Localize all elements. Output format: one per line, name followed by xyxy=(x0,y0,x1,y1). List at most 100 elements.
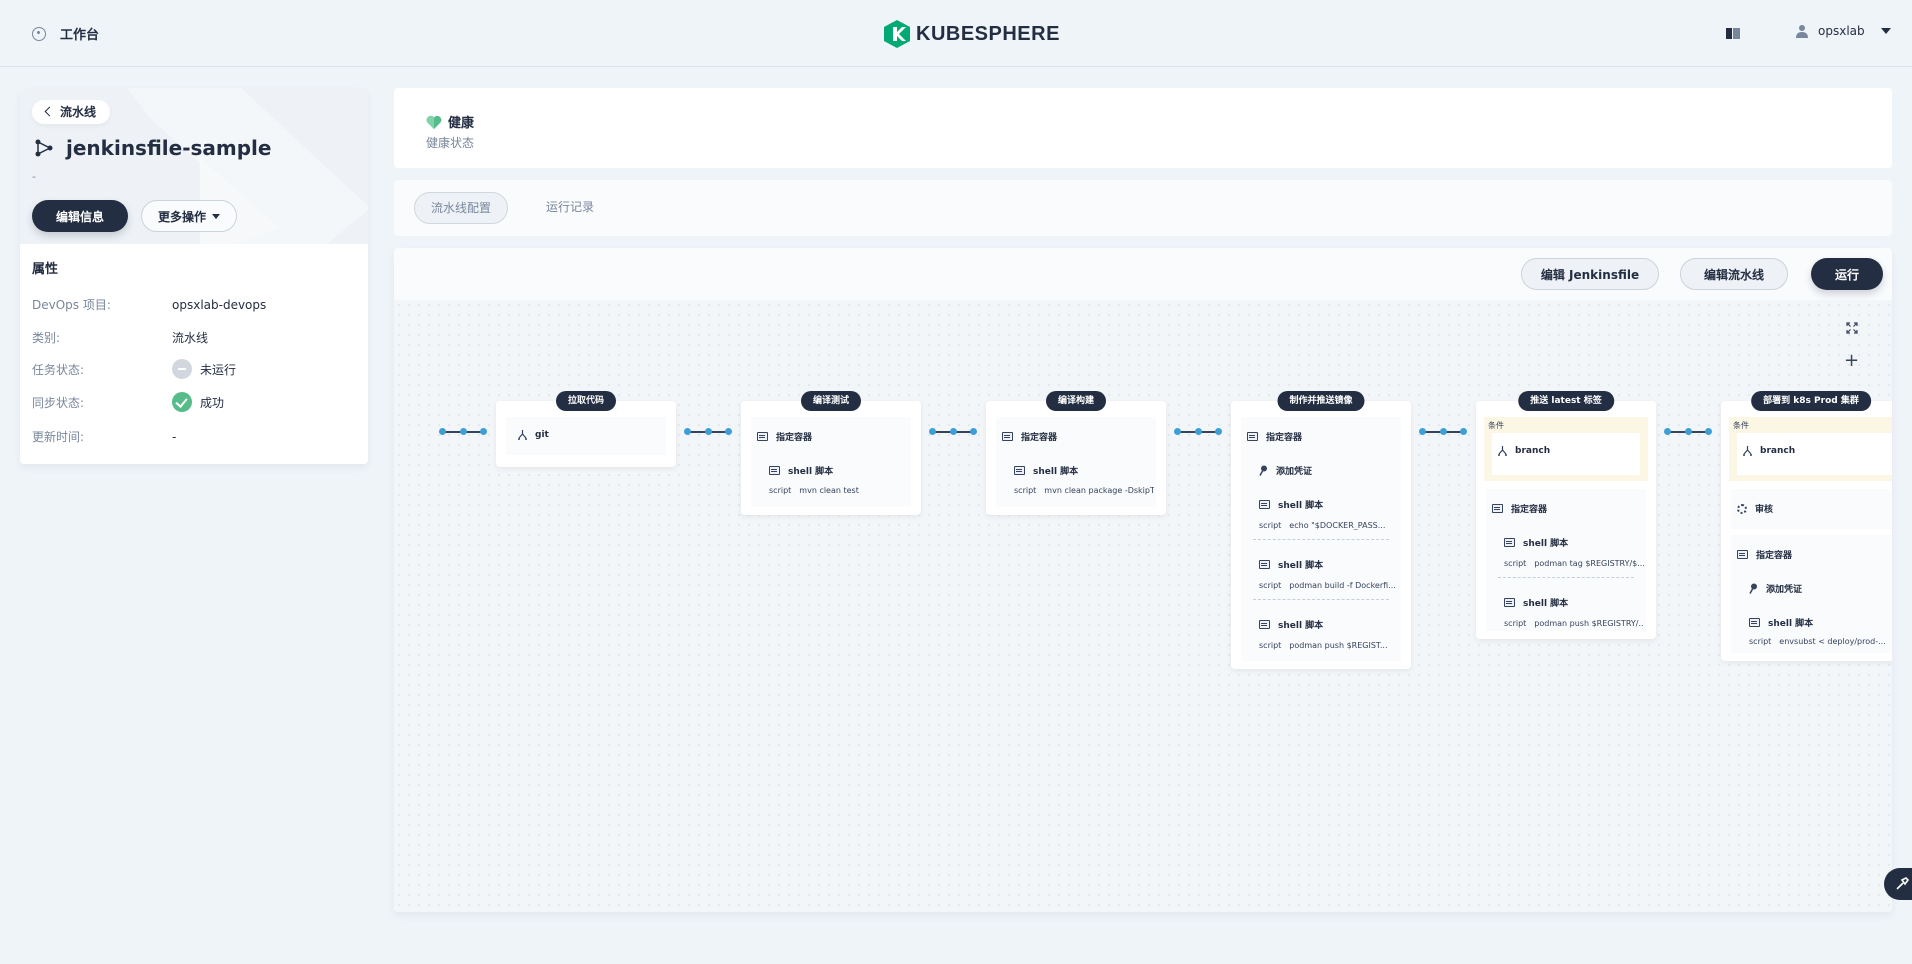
user-menu[interactable]: opsxlab xyxy=(1796,24,1891,38)
graph-toolbar: 编辑 Jenkinsfile 编辑流水线 运行 xyxy=(394,248,1892,300)
pipeline-info-card: 流水线 jenkinsfile-sample - 编辑信息 更多操作 属性 De… xyxy=(20,88,368,464)
attr-value: 流水线 xyxy=(172,331,209,345)
stage-connector xyxy=(684,428,732,435)
step-label: shell 脚本 xyxy=(1768,619,1814,629)
step-shell[interactable]: shell 脚本 xyxy=(1259,498,1323,511)
workbench-label: 工作台 xyxy=(60,28,100,43)
stage-title: 拉取代码 xyxy=(555,391,617,411)
terminal-icon xyxy=(1749,618,1760,627)
step-label: 指定容器 xyxy=(1021,433,1058,443)
step-label: 添加凭证 xyxy=(1766,585,1803,595)
tab-run-records[interactable]: 运行记录 xyxy=(530,192,610,224)
step-container[interactable]: 指定容器 shell 脚本 script podman tag $REGISTRY… xyxy=(1486,489,1646,631)
attr-key: 任务状态: xyxy=(32,362,85,377)
edit-info-button[interactable]: 编辑信息 xyxy=(32,200,128,232)
attributes-title: 属性 xyxy=(32,262,59,277)
stage-condition[interactable]: 条件 branch xyxy=(1484,417,1648,481)
step-credential[interactable]: 添加凭证 xyxy=(1749,582,1802,595)
stage-card[interactable]: 编译构建 指定容器 shell 脚本 script mvn clean packa… xyxy=(986,391,1166,515)
git-icon xyxy=(518,430,527,440)
pipeline-info-header: 流水线 jenkinsfile-sample - 编辑信息 更多操作 xyxy=(20,88,368,244)
not-run-status-icon xyxy=(172,359,192,379)
step-shell[interactable]: shell 脚本 xyxy=(1504,596,1568,609)
step-divider xyxy=(1498,577,1634,578)
step-label: git xyxy=(535,430,549,440)
step-label: 指定容器 xyxy=(1266,433,1303,443)
hammer-icon xyxy=(1896,877,1910,890)
workbench-link[interactable]: 工作台 xyxy=(32,24,99,43)
attr-sync-status: 同步状态: 成功 xyxy=(32,392,224,412)
pipeline-graph-card: 编辑 Jenkinsfile 编辑流水线 运行 + 拉取代码 git 编译测试 … xyxy=(394,248,1892,912)
container-icon xyxy=(1002,432,1013,441)
stage-condition[interactable]: 条件 branch xyxy=(1729,417,1892,481)
terminal-icon xyxy=(1259,560,1270,569)
stage-card[interactable]: 推送 latest 标签 条件 branch 指定容器 shell 脚本 scr… xyxy=(1476,391,1656,639)
stage-connector xyxy=(1174,428,1222,435)
step-container[interactable]: 指定容器 添加凭证 shell 脚本 script envsubst < depl… xyxy=(1731,535,1892,653)
fullscreen-icon[interactable] xyxy=(1846,322,1858,334)
step-shell[interactable]: shell 脚本 xyxy=(1014,464,1078,477)
attr-key: 类别: xyxy=(32,331,61,345)
stage-card[interactable]: 编译测试 指定容器 shell 脚本 script mvn clean test xyxy=(741,391,921,515)
more-actions-button[interactable]: 更多操作 xyxy=(141,200,237,232)
step-label: shell 脚本 xyxy=(1523,599,1569,609)
attr-key: DevOps 项目: xyxy=(32,298,111,312)
documentation-icon[interactable] xyxy=(1726,28,1740,39)
step-script: script podman push $REGISTRY/... xyxy=(1504,619,1644,628)
health-title: 健康 xyxy=(426,112,474,131)
pipeline-title: jenkinsfile-sample xyxy=(34,136,271,160)
floating-toolbox-button[interactable] xyxy=(1884,868,1912,900)
username: opsxlab xyxy=(1818,24,1865,38)
back-to-pipelines-button[interactable]: 流水线 xyxy=(32,100,111,124)
step-shell[interactable]: shell 脚本 xyxy=(769,464,833,477)
step-shell[interactable]: shell 脚本 xyxy=(1749,616,1813,629)
attr-updated-time: 更新时间: - xyxy=(32,428,176,445)
stage-title: 制作并推送镜像 xyxy=(1277,391,1365,411)
edit-pipeline-button[interactable]: 编辑流水线 xyxy=(1680,258,1788,290)
step-container[interactable]: 指定容器 shell 脚本 script mvn clean package -D… xyxy=(996,417,1156,507)
stage-connector xyxy=(929,428,977,435)
terminal-icon xyxy=(1259,500,1270,509)
step-label: shell 脚本 xyxy=(1033,467,1079,477)
health-label: 健康 xyxy=(448,116,475,131)
stage-card[interactable]: 部署到 k8s Prod 集群 条件 branch 审核 指定容器 添加凭证 s… xyxy=(1721,391,1892,661)
step-shell[interactable]: shell 脚本 xyxy=(1259,618,1323,631)
condition-value: branch xyxy=(1760,446,1796,456)
step-shell[interactable]: shell 脚本 xyxy=(1504,536,1568,549)
terminal-icon xyxy=(769,466,780,475)
step-credential[interactable]: 添加凭证 xyxy=(1259,464,1312,477)
attr-value: 未运行 xyxy=(200,362,237,377)
key-icon xyxy=(1259,465,1267,476)
gear-icon xyxy=(1737,503,1747,514)
stage-card[interactable]: 拉取代码 git xyxy=(496,391,676,467)
step-script: script mvn clean package -DskipT... xyxy=(1014,486,1154,495)
step-container[interactable]: 指定容器 shell 脚本 script mvn clean test xyxy=(751,417,911,507)
stage-connector xyxy=(439,428,487,435)
step-divider xyxy=(1253,599,1389,600)
tab-pipeline-config[interactable]: 流水线配置 xyxy=(414,192,509,224)
add-stage-icon[interactable]: + xyxy=(1844,350,1859,371)
health-card: 健康 健康状态 xyxy=(394,88,1892,168)
stage-card[interactable]: 制作并推送镜像 指定容器 添加凭证 shell 脚本 script echo "$… xyxy=(1231,391,1411,669)
pipeline-canvas[interactable]: + 拉取代码 git 编译测试 指定容器 shell 脚本 script mvn… xyxy=(394,300,1892,912)
step-label: shell 脚本 xyxy=(1278,501,1324,511)
step-script: script podman build -f Dockerfi... xyxy=(1259,581,1396,590)
chevron-down-icon xyxy=(1880,28,1891,34)
health-subtitle: 健康状态 xyxy=(426,136,475,150)
run-button[interactable]: 运行 xyxy=(1811,258,1883,290)
attr-key: 同步状态: xyxy=(32,395,85,410)
stage-title: 部署到 k8s Prod 集群 xyxy=(1751,391,1871,411)
step-label: 指定容器 xyxy=(1756,551,1793,561)
step-label: 指定容器 xyxy=(776,433,813,443)
logo-text: KUBESPHERE xyxy=(916,22,1060,45)
step-review[interactable]: 审核 xyxy=(1731,489,1892,529)
edit-jenkinsfile-button[interactable]: 编辑 Jenkinsfile xyxy=(1521,258,1659,290)
step-script: script echo "$DOCKER_PASS... xyxy=(1259,521,1386,530)
step-label: 审核 xyxy=(1755,505,1774,515)
step-container[interactable]: 指定容器 添加凭证 shell 脚本 script echo "$DOCKER_P… xyxy=(1241,417,1401,661)
kubesphere-logo[interactable]: KUBESPHERE xyxy=(884,20,1060,48)
attr-value: 成功 xyxy=(200,395,225,410)
more-actions-label: 更多操作 xyxy=(157,209,206,224)
step-git[interactable]: git xyxy=(506,417,666,455)
step-shell[interactable]: shell 脚本 xyxy=(1259,558,1323,571)
